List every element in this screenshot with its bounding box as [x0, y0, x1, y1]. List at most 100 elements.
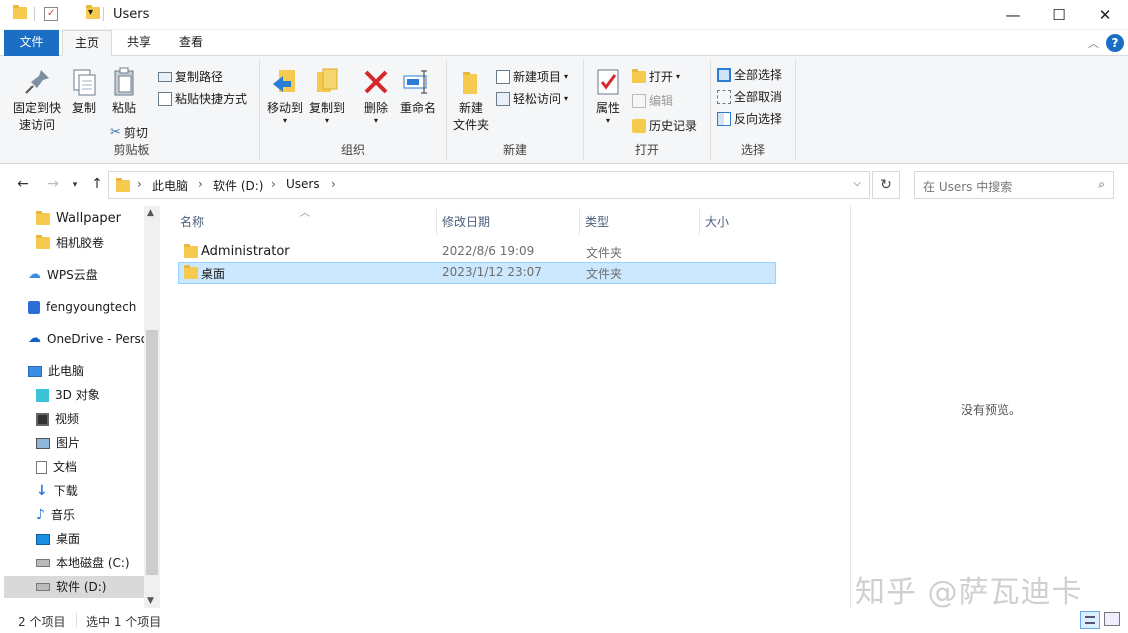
address-dropdown-icon[interactable]: ⌵	[853, 178, 861, 189]
copy-path-button[interactable]: 复制路径	[158, 68, 223, 85]
nav-label: OneDrive - Perso	[47, 332, 149, 346]
file-date: 2022/8/6 19:09	[442, 244, 535, 258]
select-all-button[interactable]: 全部选择	[717, 66, 782, 83]
nav-item-pictures[interactable]: 图片	[36, 432, 80, 454]
file-list: ︿ 名称 修改日期 类型 大小 Administrator 2022/8/6 1…	[160, 206, 850, 608]
nav-item-this-pc[interactable]: 此电脑	[28, 360, 84, 382]
rename-button[interactable]: 重命名	[396, 66, 440, 117]
back-button[interactable]: ←	[14, 176, 32, 192]
large-icons-view-button[interactable]	[1104, 612, 1120, 626]
divider	[76, 613, 77, 627]
nav-item-videos[interactable]: 视频	[36, 408, 79, 430]
scroll-down-icon[interactable]: ▼	[147, 596, 154, 606]
breadcrumb-drive-d[interactable]: 软件 (D:)	[213, 177, 263, 194]
recent-locations-button[interactable]: ▾	[66, 180, 84, 190]
nav-item-fengyoungtech[interactable]: fengyoungtech	[28, 296, 136, 318]
computer-icon	[28, 365, 42, 377]
nav-item-downloads[interactable]: ↓ 下载	[36, 480, 78, 502]
customize-toolbar-icon[interactable]: ▾	[88, 7, 93, 18]
column-separator[interactable]	[579, 209, 580, 235]
copy-button[interactable]: 复制	[66, 66, 102, 117]
address-bar[interactable]: › 此电脑 › 软件 (D:) › Users › ⌵	[108, 171, 870, 199]
column-header-type[interactable]: 类型	[585, 213, 609, 230]
forward-button[interactable]: →	[44, 176, 62, 192]
tab-file[interactable]: 文件	[4, 30, 59, 56]
pin-icon	[21, 66, 53, 98]
properties-button[interactable]: 属性 ▾	[590, 66, 626, 125]
collapse-ribbon-icon[interactable]: ︿	[1088, 35, 1099, 51]
nav-item-documents[interactable]: 文档	[36, 456, 77, 478]
3d-objects-icon	[36, 388, 49, 402]
pin-label: 固定到快 速访问	[12, 101, 61, 132]
breadcrumb-separator[interactable]: ›	[271, 177, 276, 191]
breadcrumb-separator[interactable]: ›	[331, 177, 336, 191]
nav-item-camera-roll[interactable]: 相机胶卷	[36, 232, 104, 254]
column-separator[interactable]	[436, 209, 437, 235]
refresh-button[interactable]: ↻	[872, 171, 900, 199]
cut-button[interactable]: ✂ 剪切	[110, 124, 148, 141]
close-button[interactable]: ✕	[1082, 0, 1128, 30]
copy-to-icon	[311, 66, 343, 98]
new-item-button[interactable]: 新建项目 ▾	[496, 68, 568, 85]
nav-item-onedrive[interactable]: ☁ OneDrive - Perso	[28, 328, 148, 350]
column-header-name[interactable]: 名称	[180, 213, 204, 230]
copy-path-icon	[158, 71, 172, 82]
breadcrumb-separator[interactable]: ›	[137, 177, 142, 191]
pin-quick-access-button[interactable]: 固定到快 速访问	[8, 66, 66, 134]
invert-selection-button[interactable]: 反向选择	[717, 110, 782, 127]
edit-button[interactable]: 编辑	[632, 92, 673, 109]
folder-icon	[13, 5, 27, 19]
copy-to-button[interactable]: 复制到 ▾	[306, 66, 348, 125]
new-group: 新建 文件夹 新建项目 ▾ 轻松访问 ▾ 新建	[447, 60, 584, 160]
nav-item-desktop[interactable]: 桌面	[36, 528, 80, 550]
ribbon-tabs: 文件 主页 共享 查看 ︿ ?	[0, 30, 1128, 57]
scroll-up-icon[interactable]: ▲	[147, 208, 154, 218]
column-header-date[interactable]: 修改日期	[442, 213, 490, 230]
details-view-button[interactable]	[1080, 611, 1100, 629]
breadcrumb-separator[interactable]: ›	[198, 177, 203, 191]
nav-item-wps-cloud[interactable]: ☁ WPS云盘	[28, 264, 98, 286]
new-group-label: 新建	[502, 143, 527, 157]
up-button[interactable]: ↑	[88, 176, 106, 192]
easy-access-button[interactable]: 轻松访问 ▾	[496, 90, 568, 107]
tab-share[interactable]: 共享	[114, 30, 164, 56]
help-icon[interactable]: ?	[1106, 34, 1124, 52]
column-separator[interactable]	[699, 209, 700, 235]
new-folder-label: 新建 文件夹	[452, 101, 489, 132]
paste-button[interactable]: 粘贴	[106, 66, 142, 117]
select-group-label: 选择	[740, 143, 765, 157]
delete-label: 删除	[363, 101, 388, 115]
nav-item-music[interactable]: ♪ 音乐	[36, 504, 75, 526]
new-folder-button[interactable]: 新建 文件夹	[449, 66, 493, 134]
folder-icon	[184, 265, 198, 279]
properties-quick-icon[interactable]: ✓	[44, 7, 58, 21]
paste-shortcut-button[interactable]: 粘贴快捷方式	[158, 90, 247, 107]
move-to-button[interactable]: 移动到 ▾	[264, 66, 306, 125]
nav-label: 图片	[56, 436, 81, 450]
column-header-size[interactable]: 大小	[705, 213, 729, 230]
open-button[interactable]: 打开 ▾	[632, 68, 680, 85]
table-row[interactable]: 桌面 2023/1/12 23:07 文件夹	[178, 262, 776, 284]
breadcrumb-users[interactable]: Users	[286, 177, 320, 191]
maximize-button[interactable]: ☐	[1036, 0, 1082, 30]
breadcrumb-this-pc[interactable]: 此电脑	[152, 177, 188, 194]
nav-item-drive-c[interactable]: 本地磁盘 (C:)	[36, 552, 130, 574]
search-icon: ⌕	[1098, 177, 1105, 191]
delete-button[interactable]: 删除 ▾	[358, 66, 394, 125]
nav-item-wallpaper[interactable]: Wallpaper	[36, 208, 121, 230]
search-input[interactable]: 在 Users 中搜索 ⌕	[914, 171, 1114, 199]
move-to-icon	[269, 66, 301, 98]
music-icon: ♪	[36, 507, 45, 523]
select-none-button[interactable]: 全部取消	[717, 88, 782, 105]
easy-access-icon	[496, 91, 510, 106]
minimize-button[interactable]: —	[990, 0, 1036, 30]
select-group: 全部选择 全部取消 反向选择 选择	[711, 60, 796, 160]
nav-item-3d-objects[interactable]: 3D 对象	[36, 384, 100, 406]
nav-scrollbar-thumb[interactable]	[146, 330, 158, 575]
nav-label: 文档	[53, 460, 78, 474]
tab-home[interactable]: 主页	[62, 30, 112, 57]
tab-view[interactable]: 查看	[166, 30, 216, 56]
table-row[interactable]: Administrator 2022/8/6 19:09 文件夹	[178, 241, 776, 263]
nav-item-drive-d[interactable]: 软件 (D:)	[4, 576, 144, 598]
history-button[interactable]: 历史记录	[632, 117, 697, 134]
